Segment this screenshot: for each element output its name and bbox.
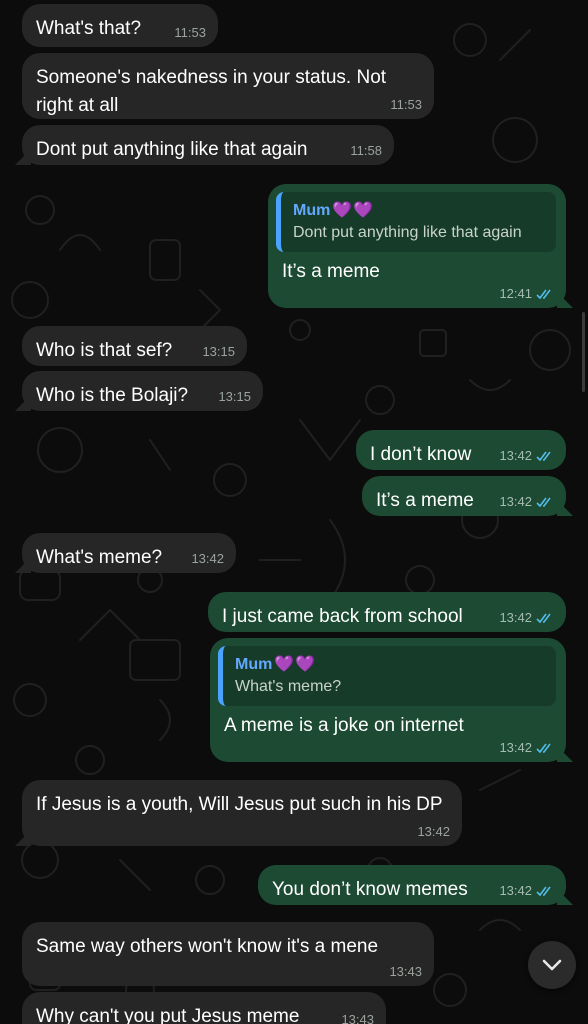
message-text: Someone's nakedness in your status. Not … bbox=[36, 67, 387, 116]
incoming-message[interactable]: Someone's nakedness in your status. Not … bbox=[22, 53, 434, 119]
incoming-message[interactable]: Why can't you put Jesus meme 13:43 bbox=[22, 992, 386, 1024]
purple-hearts-emoji: 💜💜 bbox=[274, 656, 317, 673]
quoted-message[interactable]: Mum 💜💜 What's meme? bbox=[218, 646, 556, 706]
message-time: 13:42 bbox=[499, 494, 532, 509]
message-text: It’s a meme bbox=[282, 261, 380, 282]
read-ticks-icon bbox=[536, 289, 551, 300]
message-time: 13:42 bbox=[499, 883, 532, 898]
quoted-message[interactable]: Mum 💜💜 Dont put anything like that again bbox=[276, 192, 556, 252]
read-ticks-icon bbox=[536, 743, 551, 754]
message-text: A meme is a joke on internet bbox=[224, 715, 464, 736]
read-ticks-icon bbox=[536, 451, 551, 462]
incoming-message[interactable]: Dont put anything like that again 11:58 bbox=[22, 125, 394, 165]
outgoing-message[interactable]: I don’t know 13:42 bbox=[356, 430, 566, 470]
message-time: 11:53 bbox=[174, 25, 206, 40]
incoming-message[interactable]: What's that? 11:53 bbox=[22, 4, 218, 47]
chat-area[interactable]: What's that? 11:53 Someone's nakedness i… bbox=[0, 0, 588, 1024]
message-text: It’s a meme bbox=[376, 490, 474, 511]
incoming-message[interactable]: Who is the Bolaji? 13:15 bbox=[22, 371, 263, 411]
incoming-message[interactable]: Who is that sef? 13:15 bbox=[22, 326, 247, 366]
message-time: 13:43 bbox=[389, 964, 422, 979]
message-time: 13:43 bbox=[341, 1012, 374, 1024]
message-time: 13:15 bbox=[218, 389, 251, 404]
message-text: What's that? bbox=[36, 18, 142, 39]
scrollbar[interactable] bbox=[582, 312, 585, 392]
quote-text: What's meme? bbox=[235, 678, 342, 695]
outgoing-message[interactable]: It’s a meme 13:42 bbox=[362, 476, 566, 516]
outgoing-reply-message[interactable]: Mum 💜💜 What's meme? A meme is a joke on i… bbox=[210, 638, 566, 762]
message-time: 13:42 bbox=[499, 740, 532, 755]
message-time: 13:15 bbox=[202, 344, 235, 359]
read-ticks-icon bbox=[536, 886, 551, 897]
message-text: I don’t know bbox=[370, 444, 472, 465]
message-time: 13:42 bbox=[417, 824, 450, 839]
scroll-to-bottom-button[interactable] bbox=[528, 941, 576, 989]
outgoing-message[interactable]: I just came back from school 13:42 bbox=[208, 592, 566, 632]
quote-author: Mum 💜💜 bbox=[235, 656, 317, 673]
purple-hearts-emoji: 💜💜 bbox=[332, 202, 375, 219]
chevron-down-icon bbox=[542, 959, 562, 971]
message-text: I just came back from school bbox=[222, 606, 463, 627]
quote-text: Dont put anything like that again bbox=[293, 224, 522, 241]
incoming-message[interactable]: If Jesus is a youth, Will Jesus put such… bbox=[22, 780, 462, 846]
message-text: Who is the Bolaji? bbox=[36, 385, 189, 406]
outgoing-reply-message[interactable]: Mum 💜💜 Dont put anything like that again … bbox=[268, 184, 566, 308]
message-time: 13:42 bbox=[499, 610, 532, 625]
message-text: If Jesus is a youth, Will Jesus put such… bbox=[36, 794, 443, 815]
incoming-message[interactable]: What's meme? 13:42 bbox=[22, 533, 236, 573]
message-text: Who is that sef? bbox=[36, 340, 173, 361]
read-ticks-icon bbox=[536, 613, 551, 624]
outgoing-message[interactable]: You don’t know memes 13:42 bbox=[258, 865, 566, 905]
read-ticks-icon bbox=[536, 497, 551, 508]
message-time: 11:58 bbox=[350, 143, 382, 158]
message-text: Why can't you put Jesus meme bbox=[36, 1006, 300, 1024]
message-time: 11:53 bbox=[390, 97, 422, 112]
message-time: 13:42 bbox=[191, 551, 224, 566]
incoming-message[interactable]: Same way others won't know it's a mene 1… bbox=[22, 922, 434, 986]
message-time: 13:42 bbox=[499, 448, 532, 463]
message-text: Dont put anything like that again bbox=[36, 139, 308, 160]
quote-author: Mum 💜💜 bbox=[293, 202, 375, 219]
message-time: 12:41 bbox=[499, 286, 532, 301]
message-text: You don’t know memes bbox=[272, 879, 468, 900]
message-text: Same way others won't know it's a mene bbox=[36, 936, 379, 957]
message-text: What's meme? bbox=[36, 547, 163, 568]
